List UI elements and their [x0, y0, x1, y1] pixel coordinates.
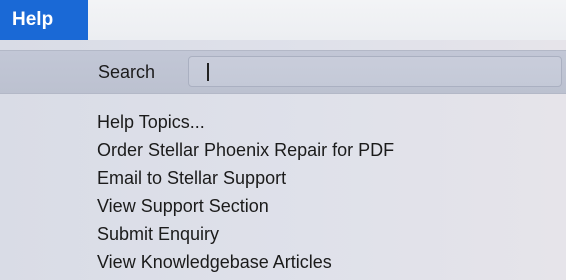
help-dropdown-menu: Search Help Topics... Order Stellar Phoe… — [0, 40, 566, 280]
menu-item-submit-enquiry[interactable]: Submit Enquiry — [0, 220, 566, 248]
menu-bar: Help — [0, 0, 566, 40]
menu-item-view-knowledgebase[interactable]: View Knowledgebase Articles — [0, 248, 566, 276]
menu-item-email-support[interactable]: Email to Stellar Support — [0, 164, 566, 192]
menu-search-row: Search — [0, 50, 566, 94]
help-menu-title[interactable]: Help — [0, 0, 88, 40]
menu-item-view-support-section[interactable]: View Support Section — [0, 192, 566, 220]
search-label: Search — [98, 62, 156, 82]
menu-items-list: Help Topics... Order Stellar Phoenix Rep… — [0, 108, 566, 276]
search-input[interactable] — [188, 56, 562, 87]
menu-item-order-repair-for-pdf[interactable]: Order Stellar Phoenix Repair for PDF — [0, 136, 566, 164]
menu-item-help-topics[interactable]: Help Topics... — [0, 108, 566, 136]
text-cursor — [207, 63, 209, 81]
